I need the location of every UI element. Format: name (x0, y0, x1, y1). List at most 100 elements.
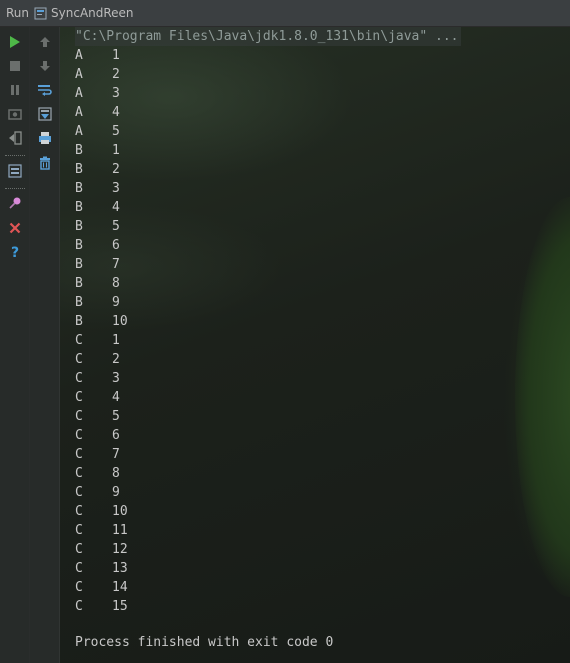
thread-label: C (75, 371, 83, 386)
thread-label: C (75, 352, 83, 367)
counter-value: 6 (112, 428, 120, 443)
background-leaf-image (515, 197, 570, 597)
run-tool-window-header: Run SyncAndReen (0, 0, 570, 27)
toolbar-separator (5, 155, 25, 157)
thread-label: B (75, 200, 83, 215)
thread-label: B (75, 276, 83, 291)
console-line: B8 (75, 274, 128, 293)
counter-value: 10 (112, 504, 128, 519)
counter-value: 8 (112, 466, 120, 481)
console-line: C7 (75, 445, 128, 464)
console-line: C2 (75, 350, 128, 369)
counter-value: 4 (112, 200, 120, 215)
counter-value: 12 (112, 542, 128, 557)
counter-value: 4 (112, 105, 120, 120)
console-output[interactable]: "C:\Program Files\Java\jdk1.8.0_131\bin\… (60, 27, 570, 663)
thread-label: C (75, 561, 83, 576)
soft-wrap-icon[interactable] (35, 80, 55, 100)
thread-label: B (75, 314, 83, 329)
console-line: C4 (75, 388, 128, 407)
thread-label: B (75, 219, 83, 234)
thread-label: A (75, 124, 83, 139)
counter-value: 7 (112, 447, 120, 462)
thread-label: C (75, 580, 83, 595)
counter-value: 2 (112, 352, 120, 367)
console-line: C1 (75, 331, 128, 350)
svg-text:?: ? (11, 245, 19, 259)
console-line: B1 (75, 141, 128, 160)
counter-value: 3 (112, 371, 120, 386)
pause-icon[interactable] (5, 80, 25, 100)
scroll-to-end-icon[interactable] (35, 104, 55, 124)
thread-label: C (75, 542, 83, 557)
console-line: C 13 (75, 559, 128, 578)
console-line: C5 (75, 407, 128, 426)
console-line: B4 (75, 198, 128, 217)
thread-label: C (75, 333, 83, 348)
thread-label: A (75, 105, 83, 120)
run-toolbar-secondary (30, 27, 60, 663)
console-line: B6 (75, 236, 128, 255)
down-arrow-icon[interactable] (35, 56, 55, 76)
console-line: B3 (75, 179, 128, 198)
thread-label: C (75, 390, 83, 405)
counter-value: 9 (112, 295, 120, 310)
thread-label: B (75, 257, 83, 272)
console-line: A4 (75, 103, 128, 122)
console-line: C8 (75, 464, 128, 483)
counter-value: 7 (112, 257, 120, 272)
counter-value: 10 (112, 314, 128, 329)
print-icon[interactable] (35, 128, 55, 148)
console-line: C 15 (75, 597, 128, 616)
console-line: C 12 (75, 540, 128, 559)
counter-value: 6 (112, 238, 120, 253)
thread-label: A (75, 86, 83, 101)
restore-layout-icon[interactable] (5, 161, 25, 181)
help-icon[interactable]: ? (5, 242, 25, 262)
counter-value: 5 (112, 409, 120, 424)
run-configuration-tab[interactable]: SyncAndReen (51, 6, 134, 20)
counter-value: 8 (112, 276, 120, 291)
stop-icon[interactable] (5, 56, 25, 76)
console-line: A2 (75, 65, 128, 84)
thread-label: C (75, 504, 83, 519)
thread-label: C (75, 466, 83, 481)
counter-value: 4 (112, 390, 120, 405)
counter-value: 11 (112, 523, 128, 538)
console-line: C3 (75, 369, 128, 388)
console-lines: A 1 A 2 A 3 A 4 A 5 B 1 B 2 B 3 B 4 B 5 B 6 B 7 B 8 B 9 B 10 C 1 C 2 C 3 C 4 C… (75, 46, 128, 616)
dump-threads-icon[interactable] (5, 104, 25, 124)
rerun-icon[interactable] (5, 32, 25, 52)
counter-value: 1 (112, 333, 120, 348)
clear-all-icon[interactable] (35, 153, 55, 173)
console-line: B7 (75, 255, 128, 274)
counter-value: 3 (112, 181, 120, 196)
toolbar-separator (5, 188, 25, 190)
counter-value: 1 (112, 48, 120, 63)
thread-label: C (75, 523, 83, 538)
process-finished-message: Process finished with exit code 0 (75, 635, 334, 650)
console-command-line: "C:\Program Files\Java\jdk1.8.0_131\bin\… (75, 27, 461, 46)
thread-label: B (75, 143, 83, 158)
thread-label: B (75, 181, 83, 196)
console-line: B 10 (75, 312, 128, 331)
counter-value: 2 (112, 67, 120, 82)
pin-icon[interactable] (5, 193, 25, 213)
console-line: C 14 (75, 578, 128, 597)
thread-label: B (75, 295, 83, 310)
run-configuration-icon (34, 7, 47, 20)
run-label: Run (6, 6, 30, 20)
thread-label: C (75, 599, 83, 614)
exit-icon[interactable] (5, 128, 25, 148)
console-line: A3 (75, 84, 128, 103)
counter-value: 3 (112, 86, 120, 101)
thread-label: C (75, 447, 83, 462)
up-arrow-icon[interactable] (35, 32, 55, 52)
console-line: C9 (75, 483, 128, 502)
counter-value: 14 (112, 580, 128, 595)
thread-label: C (75, 409, 83, 424)
run-toolbar-primary: ? (0, 27, 30, 663)
thread-label: A (75, 48, 83, 63)
counter-value: 13 (112, 561, 128, 576)
close-icon[interactable] (5, 218, 25, 238)
